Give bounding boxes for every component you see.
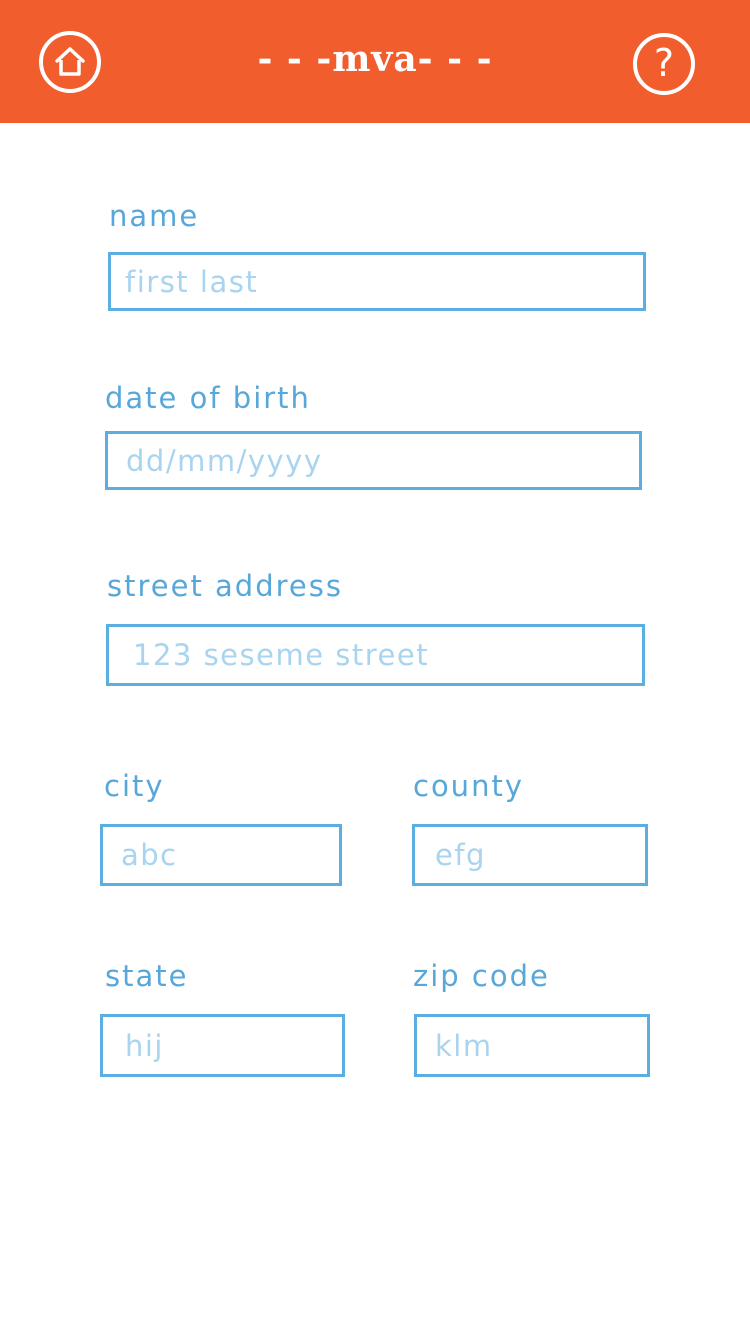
help-button[interactable]: ? — [633, 33, 695, 95]
county-field[interactable] — [412, 824, 648, 886]
street-address-field[interactable] — [106, 624, 645, 686]
zip-code-field[interactable] — [414, 1014, 650, 1077]
state-field[interactable] — [100, 1014, 345, 1077]
dob-label: date of birth — [105, 381, 311, 415]
date-of-birth-field[interactable] — [105, 431, 642, 490]
street-address-label: street address — [107, 569, 343, 603]
name-label: name — [109, 199, 200, 233]
name-field[interactable] — [108, 252, 646, 311]
city-label: city — [104, 769, 165, 803]
city-field[interactable] — [100, 824, 342, 886]
question-mark-icon: ? — [653, 41, 675, 85]
state-label: state — [105, 959, 189, 993]
county-label: county — [413, 769, 524, 803]
zip-code-label: zip code — [413, 959, 550, 993]
app-header: - - -mva- - - ? — [0, 0, 750, 123]
